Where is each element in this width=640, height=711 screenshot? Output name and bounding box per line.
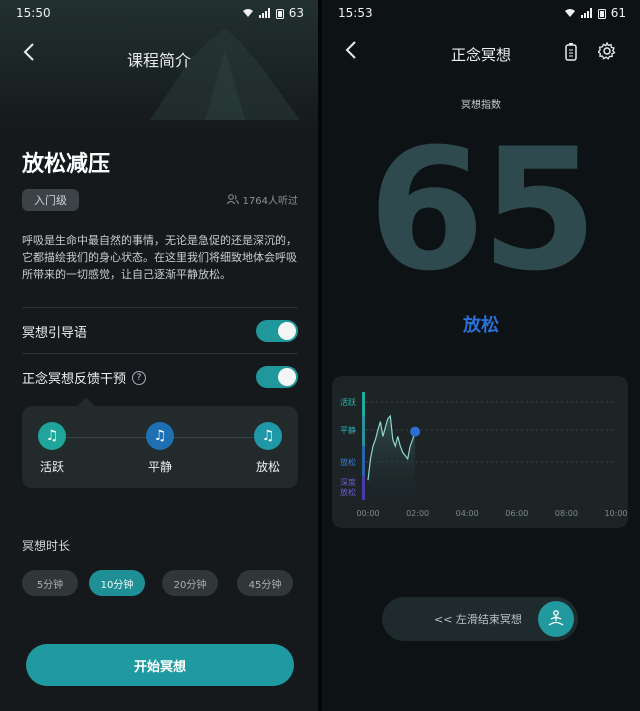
- meditation-state: 放松: [463, 315, 499, 336]
- status-time: 15:53: [338, 6, 373, 20]
- x-tick-label: 00:00: [356, 509, 379, 518]
- duration-option-20[interactable]: 20分钟: [162, 570, 218, 596]
- listener-count-text: 1764人听过: [242, 196, 298, 207]
- level-badge: 入门级: [22, 189, 79, 211]
- device-battery-button[interactable]: [564, 42, 578, 66]
- meditation-line-chart: 活跃平静放松深度放松 00:00 02:00 04:00 06:00 08:00 10:0…: [340, 392, 628, 518]
- duration-option-10[interactable]: 10分钟: [89, 570, 145, 596]
- level-band: [362, 392, 365, 416]
- y-tick-label: 平静: [340, 425, 356, 435]
- status-icons: 63: [242, 6, 304, 20]
- mode-label: 活跃: [39, 460, 64, 474]
- mode-calm[interactable]: ♫ 平静: [130, 422, 190, 475]
- meditation-index-value: 65: [368, 112, 598, 308]
- start-meditation-button[interactable]: 开始冥想: [26, 644, 294, 686]
- slide-to-end-text: << 左滑结束冥想: [434, 613, 522, 626]
- music-note-icon: ♫: [38, 422, 66, 450]
- status-bar: 15:53 61: [338, 6, 626, 22]
- gear-icon: [597, 41, 616, 60]
- setting-row-feedback: 正念冥想反馈干预 ?: [22, 353, 298, 399]
- course-title: 放松减压: [22, 152, 111, 177]
- x-tick-label: 08:00: [555, 509, 578, 518]
- battery-level: 63: [288, 6, 304, 20]
- battery-icon: [275, 8, 284, 19]
- battery-icon: [597, 8, 606, 19]
- duration-title: 冥想时长: [22, 539, 71, 553]
- help-icon[interactable]: ?: [132, 370, 147, 385]
- page-title: 正念冥想: [450, 46, 511, 64]
- mode-active[interactable]: ♫ 活跃: [22, 422, 82, 475]
- device-battery-icon: [565, 43, 577, 61]
- course-intro-screen: 15:50 63 课程简介 放松减压 入门级 1764人听过 呼吸是生命中最自然…: [0, 0, 318, 711]
- page-title: 课程简介: [126, 51, 191, 70]
- duration-option-45[interactable]: 45分钟: [237, 570, 293, 596]
- wifi-icon: [242, 9, 253, 17]
- guide-voice-toggle[interactable]: [256, 320, 298, 342]
- music-note-icon: ♫: [254, 422, 282, 450]
- setting-label-feedback: 正念冥想反馈干预 ?: [22, 368, 147, 387]
- meditation-chart: 活跃 平静 放松 深度 放松 00:00 02:00 04:00 06:00 08:00 10:0…: [332, 376, 628, 528]
- slide-handle[interactable]: [538, 601, 574, 637]
- card-pointer: [77, 397, 95, 415]
- people-icon: [226, 194, 239, 205]
- level-band: [362, 446, 365, 476]
- mode-label: 放松: [255, 460, 280, 474]
- settings-button[interactable]: [597, 41, 616, 64]
- feedback-mode-card: ♫ 活跃 ♫ 平静 ♫ 放松: [22, 397, 298, 488]
- level-band: [362, 476, 365, 500]
- battery-level: 61: [610, 6, 626, 20]
- level-band: [362, 416, 365, 446]
- x-tick-label: 02:00: [406, 509, 429, 518]
- x-tick-label: 10:00: [604, 509, 627, 518]
- meditation-session-screen: 15:53 61 正念冥想 冥想指数 65 放松 活跃 平静 放松 深度放松 0…: [322, 0, 640, 711]
- x-tick-label: 06:00: [505, 509, 528, 518]
- current-point: [410, 426, 421, 437]
- signal-icon: [258, 8, 270, 18]
- y-tick-label: 活跃: [340, 397, 356, 407]
- meditation-index-label: 冥想指数: [461, 100, 501, 111]
- mode-relax[interactable]: ♫ 放松: [238, 422, 298, 475]
- y-tick-label: 放松: [340, 457, 356, 467]
- toggle-knob: [278, 322, 296, 340]
- duration-option-5[interactable]: 5分钟: [22, 570, 78, 596]
- status-icons: 61: [564, 6, 626, 20]
- x-tick-label: 04:00: [456, 509, 479, 518]
- listener-count: 1764人听过: [226, 192, 298, 207]
- setting-row-guide: 冥想引导语: [22, 307, 298, 353]
- course-description: 呼吸是生命中最自然的事情，无论是急促的还是深沉的，它都描绘我们的身心状态。在这里…: [22, 234, 297, 281]
- toggle-knob: [278, 368, 296, 386]
- status-time: 15:50: [16, 6, 51, 20]
- wifi-icon: [564, 9, 575, 17]
- music-note-icon: ♫: [146, 422, 174, 450]
- mode-label: 平静: [147, 460, 172, 474]
- slide-to-end-control[interactable]: << 左滑结束冥想: [382, 597, 578, 641]
- signal-icon: [580, 8, 592, 18]
- feedback-intervention-toggle[interactable]: [256, 366, 298, 388]
- meditation-person-icon: [548, 610, 564, 626]
- setting-label-guide: 冥想引导语: [22, 326, 88, 341]
- status-bar: 15:50 63: [16, 6, 304, 22]
- y-tick-label: 深度: [340, 477, 356, 487]
- y-tick-label: 放松: [340, 487, 356, 497]
